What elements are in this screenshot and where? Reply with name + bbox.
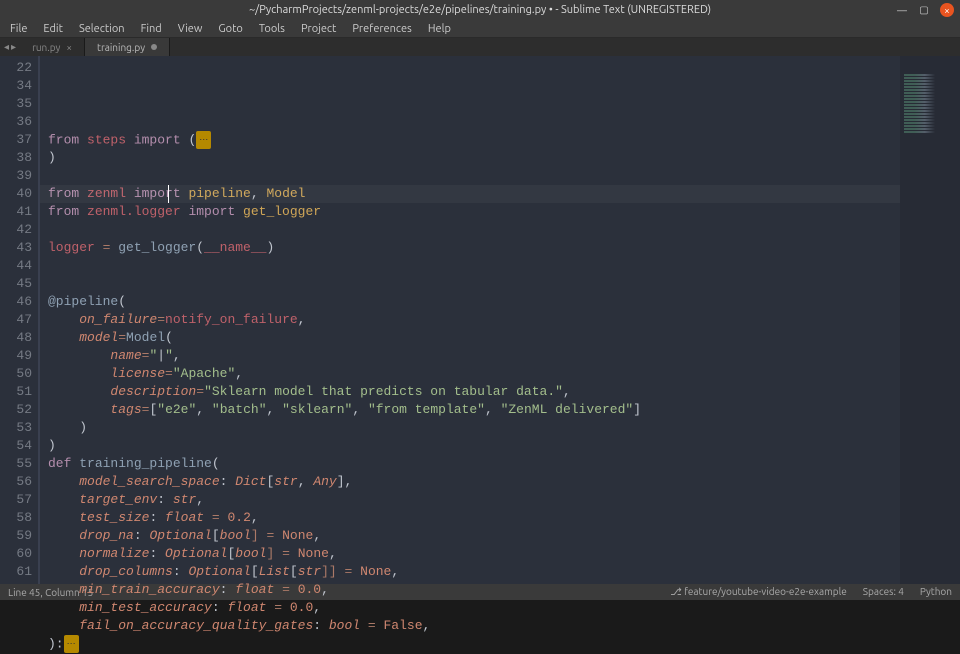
code-line[interactable]: target_env: str, [48, 491, 900, 509]
arrow-right-icon[interactable]: ▸ [11, 41, 16, 53]
minimap[interactable] [900, 56, 960, 584]
line-number[interactable]: 51 [0, 383, 32, 401]
code-line[interactable]: name="|", [48, 347, 900, 365]
current-line-highlight [40, 185, 900, 203]
code-line[interactable]: on_failure=notify_on_failure, [48, 311, 900, 329]
window-title: ~/PycharmProjects/zenml-projects/e2e/pip… [249, 4, 711, 16]
tab-training-py[interactable]: training.py [85, 38, 170, 56]
tab-close-icon[interactable]: × [66, 42, 72, 53]
code-line[interactable]: test_size: float = 0.2, [48, 509, 900, 527]
line-number[interactable]: 38 [0, 149, 32, 167]
code-line[interactable]: model_search_space: Dict[str, Any], [48, 473, 900, 491]
menu-project[interactable]: Project [295, 21, 342, 37]
code-line[interactable]: from steps import (⋯ [48, 131, 900, 149]
menu-file[interactable]: File [4, 21, 33, 37]
minimap-preview [904, 74, 956, 154]
line-number[interactable]: 46 [0, 293, 32, 311]
code-line[interactable]: normalize: Optional[bool] = None, [48, 545, 900, 563]
menu-tools[interactable]: Tools [253, 21, 291, 37]
menu-selection[interactable]: Selection [73, 21, 131, 37]
line-number[interactable]: 43 [0, 239, 32, 257]
code-line[interactable]: drop_columns: Optional[List[str]] = None… [48, 563, 900, 581]
code-line[interactable]: ) [48, 149, 900, 167]
tab-nav-arrows[interactable]: ◂ ▸ [0, 38, 20, 56]
minimize-button[interactable]: — [896, 4, 908, 16]
line-number[interactable]: 35 [0, 95, 32, 113]
code-line[interactable]: ) [48, 419, 900, 437]
line-number[interactable]: 44 [0, 257, 32, 275]
line-number[interactable]: 40 [0, 185, 32, 203]
line-number[interactable]: 59 [0, 527, 32, 545]
line-number[interactable]: 39 [0, 167, 32, 185]
tab-label: run.py [32, 42, 60, 53]
code-line[interactable] [48, 275, 900, 293]
line-number[interactable]: 42 [0, 221, 32, 239]
code-line[interactable]: description="Sklearn model that predicts… [48, 383, 900, 401]
syntax-language[interactable]: Python [920, 586, 952, 598]
tab-label: training.py [97, 42, 145, 53]
line-number[interactable]: 53 [0, 419, 32, 437]
code-line[interactable]: model=Model( [48, 329, 900, 347]
line-number[interactable]: 47 [0, 311, 32, 329]
editor-area[interactable]: 2234353637383940414243444546474849505152… [0, 56, 960, 584]
line-number[interactable]: 37 [0, 131, 32, 149]
code-line[interactable] [48, 257, 900, 275]
line-number[interactable]: 49 [0, 347, 32, 365]
line-number[interactable]: 36 [0, 113, 32, 131]
code-line[interactable]: fail_on_accuracy_quality_gates: bool = F… [48, 617, 900, 635]
line-number[interactable]: 61 [0, 563, 32, 581]
code-line[interactable]: min_train_accuracy: float = 0.0, [48, 581, 900, 599]
code-editor[interactable]: from steps import (⋯)from zenml import p… [40, 56, 900, 584]
menu-find[interactable]: Find [135, 21, 168, 37]
code-line[interactable]: ) [48, 437, 900, 455]
menu-view[interactable]: View [172, 21, 209, 37]
code-line[interactable]: logger = get_logger(__name__) [48, 239, 900, 257]
line-number[interactable]: 60 [0, 545, 32, 563]
menu-help[interactable]: Help [422, 21, 457, 37]
tabstrip: ◂ ▸ run.py × training.py [0, 38, 960, 56]
code-line[interactable]: @pipeline( [48, 293, 900, 311]
text-cursor [168, 185, 169, 203]
line-number[interactable]: 54 [0, 437, 32, 455]
code-line[interactable] [48, 221, 900, 239]
line-number[interactable]: 58 [0, 509, 32, 527]
dirty-indicator-icon [151, 44, 157, 50]
tab-run-py[interactable]: run.py × [20, 38, 85, 56]
menu-preferences[interactable]: Preferences [346, 21, 418, 37]
line-number[interactable]: 48 [0, 329, 32, 347]
line-number[interactable]: 34 [0, 77, 32, 95]
code-line[interactable]: tags=["e2e", "batch", "sklearn", "from t… [48, 401, 900, 419]
code-line[interactable]: from zenml.logger import get_logger [48, 203, 900, 221]
line-number[interactable]: 45 [0, 275, 32, 293]
code-line[interactable]: min_test_accuracy: float = 0.0, [48, 599, 900, 617]
titlebar: ~/PycharmProjects/zenml-projects/e2e/pip… [0, 0, 960, 20]
code-line[interactable]: license="Apache", [48, 365, 900, 383]
line-number-gutter: 2234353637383940414243444546474849505152… [0, 56, 40, 584]
line-number[interactable]: 50 [0, 365, 32, 383]
code-line[interactable] [48, 167, 900, 185]
arrow-left-icon[interactable]: ◂ [4, 41, 9, 53]
close-button[interactable]: × [940, 3, 954, 17]
line-number[interactable]: 56 [0, 473, 32, 491]
line-number[interactable]: 57 [0, 491, 32, 509]
menu-goto[interactable]: Goto [212, 21, 248, 37]
line-number[interactable]: 52 [0, 401, 32, 419]
code-line[interactable]: def training_pipeline( [48, 455, 900, 473]
code-line[interactable]: drop_na: Optional[bool] = None, [48, 527, 900, 545]
line-number[interactable]: 22 [0, 59, 32, 77]
maximize-button[interactable]: ▢ [918, 4, 930, 16]
line-number[interactable]: 41 [0, 203, 32, 221]
line-number[interactable]: 55 [0, 455, 32, 473]
menubar: FileEditSelectionFindViewGoto ToolsProjec… [0, 20, 960, 38]
code-line[interactable]: ):⋯ [48, 635, 900, 653]
menu-edit[interactable]: Edit [37, 21, 69, 37]
